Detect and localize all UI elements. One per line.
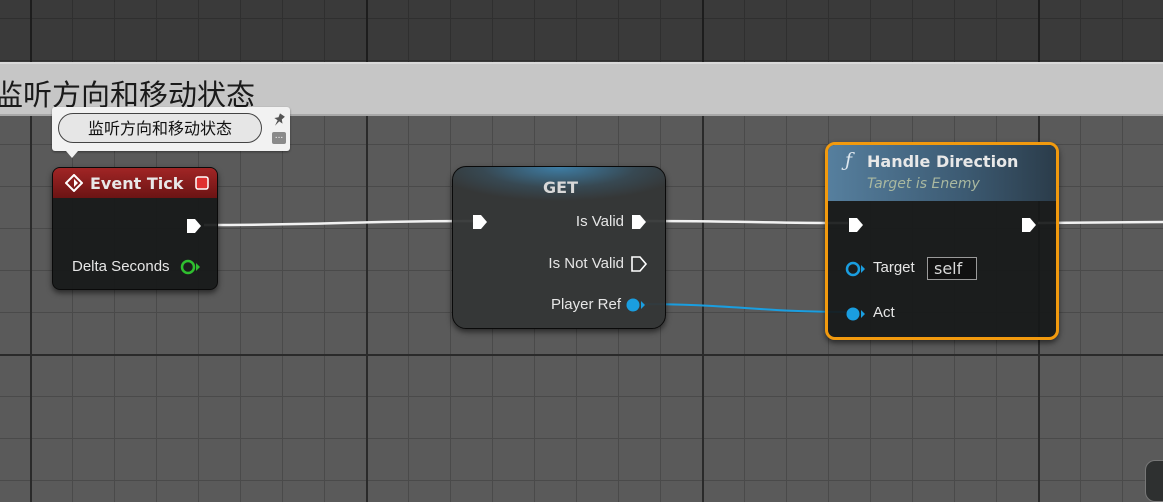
exec-wire-tick-to-get bbox=[203, 219, 475, 227]
stop-icon[interactable] bbox=[195, 176, 209, 190]
float-output-pin[interactable] bbox=[180, 259, 202, 275]
graph-background-dark bbox=[0, 0, 1163, 62]
comment-bubble-text[interactable]: 监听方向和移动状态 bbox=[58, 113, 262, 143]
get-node[interactable]: GET Is Valid Is Not Valid Player Ref bbox=[452, 166, 666, 329]
act-input-pin[interactable] bbox=[845, 306, 867, 322]
is-not-valid-label: Is Not Valid bbox=[548, 255, 624, 272]
get-title: GET bbox=[543, 178, 578, 197]
exec-wire-isvalid-to-handle bbox=[644, 219, 849, 225]
delta-seconds-label: Delta Seconds bbox=[72, 258, 170, 275]
target-value-field[interactable]: self bbox=[927, 257, 977, 280]
handle-direction-subtitle: Target is Enemy bbox=[867, 176, 980, 192]
object-wire-playerref-to-act bbox=[639, 303, 849, 313]
event-tick-header[interactable]: Event Tick bbox=[53, 168, 217, 198]
function-icon: ƒ bbox=[845, 149, 853, 171]
get-header[interactable]: GET bbox=[453, 167, 665, 201]
act-label: Act bbox=[873, 304, 895, 321]
event-tick-title: Event Tick bbox=[90, 174, 184, 193]
event-diamond-icon bbox=[65, 174, 83, 192]
is-valid-exec-pin[interactable] bbox=[630, 213, 648, 231]
exec-out-pin[interactable] bbox=[1020, 216, 1038, 234]
handle-direction-header[interactable]: ƒ Handle Direction Target is Enemy bbox=[828, 145, 1056, 201]
comment-bubble[interactable]: 监听方向和移动状态 ... bbox=[52, 107, 290, 158]
handle-direction-title: Handle Direction bbox=[867, 152, 1019, 171]
ellipsis-icon[interactable]: ... bbox=[272, 132, 286, 144]
offscreen-node[interactable] bbox=[1145, 460, 1163, 502]
exec-out-pin[interactable] bbox=[185, 217, 203, 235]
player-ref-object-pin[interactable] bbox=[625, 297, 647, 313]
target-label: Target bbox=[873, 259, 915, 276]
exec-in-pin[interactable] bbox=[471, 213, 489, 231]
pin-icon[interactable] bbox=[271, 112, 287, 128]
exec-in-pin[interactable] bbox=[847, 216, 865, 234]
event-tick-node[interactable]: Event Tick Delta Seconds bbox=[52, 167, 218, 290]
is-not-valid-exec-pin[interactable] bbox=[630, 255, 648, 273]
player-ref-label: Player Ref bbox=[550, 296, 621, 313]
handle-direction-node[interactable]: ƒ Handle Direction Target is Enemy Targe… bbox=[825, 142, 1059, 340]
is-valid-label: Is Valid bbox=[575, 213, 624, 230]
target-input-pin[interactable] bbox=[845, 261, 867, 277]
bubble-tail bbox=[66, 151, 78, 158]
